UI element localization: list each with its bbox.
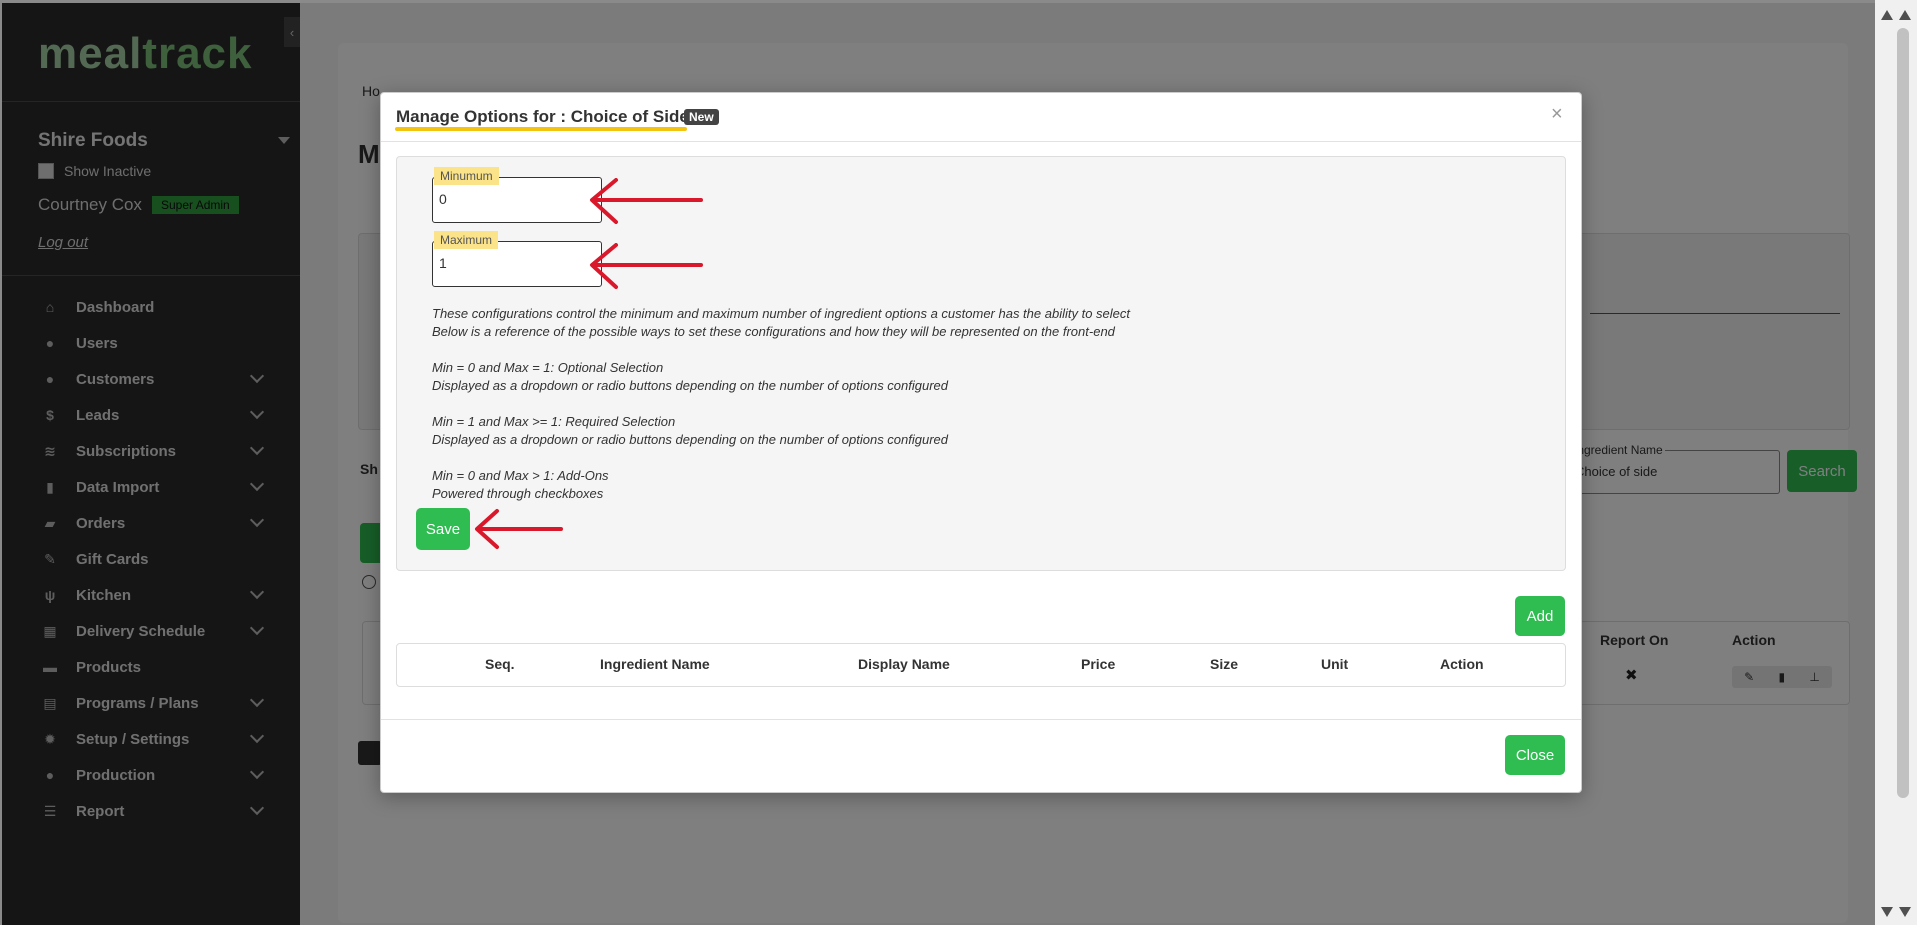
scroll-down-icon[interactable] <box>1899 907 1911 917</box>
table-header-action: Action <box>1440 656 1484 672</box>
scroll-down-icon[interactable] <box>1881 907 1893 917</box>
annotation-arrow-icon <box>590 243 703 289</box>
maximum-value: 1 <box>439 255 447 271</box>
new-badge: New <box>684 109 719 125</box>
maximum-label: Maximum <box>434 231 499 249</box>
modal-header: Manage Options for : Choice of Side New … <box>381 93 1581 142</box>
app-window: ‹ mealtrack Shire Foods Show Inactive Co… <box>2 3 1875 925</box>
note-title: Min = 0 and Max > 1: Add-Ons <box>432 468 609 483</box>
description-line: Below is a reference of the possible way… <box>432 324 1115 339</box>
note-text: Powered through checkboxes <box>432 486 604 501</box>
table-header-size: Size <box>1210 656 1239 672</box>
annotation-arrow-icon <box>590 178 703 224</box>
minimum-value: 0 <box>439 191 447 207</box>
divider <box>381 719 1581 720</box>
description-line: These configurations control the minimum… <box>432 306 1131 321</box>
note-text: Displayed as a dropdown or radio buttons… <box>432 432 949 447</box>
required-selection-note: Min = 1 and Max >= 1: Required Selection… <box>432 413 948 449</box>
note-title: Min = 0 and Max = 1: Optional Selection <box>432 360 664 375</box>
vertical-scrollbar[interactable] <box>1875 0 1917 925</box>
table-header-ingredient-name: Ingredient Name <box>600 656 710 672</box>
description-block: These configurations control the minimum… <box>432 305 1130 341</box>
close-icon[interactable]: × <box>1551 103 1563 126</box>
title-highlight <box>395 127 687 131</box>
config-panel: Minumum 0 Maximum 1 These configurations… <box>396 156 1566 571</box>
scrollbar-thumb[interactable] <box>1897 28 1909 798</box>
optional-selection-note: Min = 0 and Max = 1: Optional Selection … <box>432 359 948 395</box>
table-header-display-name: Display Name <box>858 656 950 672</box>
table-header-price: Price <box>1081 656 1116 672</box>
options-table <box>396 643 1566 687</box>
note-text: Displayed as a dropdown or radio buttons… <box>432 378 949 393</box>
add-ons-note: Min = 0 and Max > 1: Add-Ons Powered thr… <box>432 467 609 503</box>
table-header-seq: Seq. <box>485 656 515 672</box>
table-header-unit: Unit <box>1321 656 1349 672</box>
add-button[interactable]: Add <box>1515 596 1565 636</box>
close-button[interactable]: Close <box>1505 735 1565 775</box>
minimum-label: Minumum <box>434 167 499 185</box>
annotation-arrow-icon <box>475 509 563 549</box>
scroll-up-icon[interactable] <box>1881 10 1893 20</box>
scroll-up-icon[interactable] <box>1899 10 1911 20</box>
manage-options-modal: Manage Options for : Choice of Side New … <box>380 92 1582 793</box>
modal-title: Manage Options for : Choice of Side <box>396 107 689 126</box>
note-title: Min = 1 and Max >= 1: Required Selection <box>432 414 676 429</box>
save-button[interactable]: Save <box>416 508 470 550</box>
